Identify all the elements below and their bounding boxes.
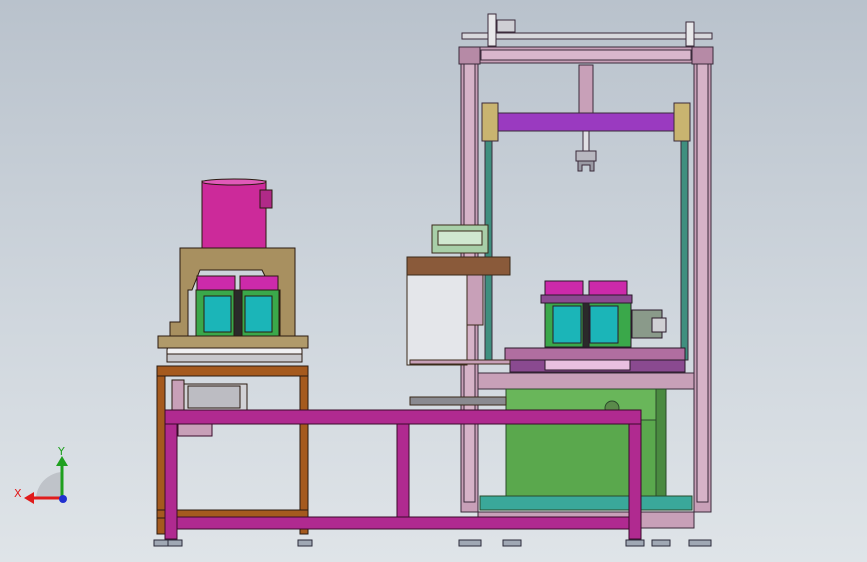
top-shaft-pulley-left-inner bbox=[496, 19, 516, 33]
motor-flange bbox=[171, 379, 185, 413]
left-mold-cavity-left bbox=[203, 295, 232, 333]
x-axis-label: X bbox=[14, 487, 22, 500]
y-axis-label: Y bbox=[57, 445, 65, 458]
press-station bbox=[504, 280, 686, 373]
motor-fins bbox=[187, 385, 241, 409]
magenta-tank-top bbox=[201, 178, 267, 186]
conveyor-bottom-rail bbox=[164, 516, 642, 530]
console-top bbox=[406, 256, 511, 276]
foot-7 bbox=[651, 539, 671, 547]
joint-top-left bbox=[458, 46, 481, 65]
tank-connector bbox=[259, 189, 273, 209]
left-mold-cap-left bbox=[196, 275, 236, 292]
leveling-feet bbox=[153, 539, 712, 547]
lift-crossbeam bbox=[493, 112, 677, 132]
top-shaft-pulley-right bbox=[685, 21, 695, 47]
triad-shadow bbox=[36, 472, 62, 498]
gripper-jaws bbox=[577, 160, 595, 172]
conveyor-top-rail bbox=[164, 409, 642, 425]
cabinet-base-plate bbox=[479, 495, 693, 511]
foot-4 bbox=[458, 539, 482, 547]
conveyor-leg-3 bbox=[628, 423, 642, 540]
conveyor-bracket bbox=[177, 423, 213, 437]
magenta-tank bbox=[201, 180, 267, 249]
foot-6 bbox=[625, 539, 645, 547]
feed-roller-shade bbox=[166, 353, 303, 363]
gripper-body bbox=[575, 150, 597, 162]
top-shaft bbox=[461, 32, 713, 40]
axis-triad: Y X bbox=[14, 445, 68, 504]
lift-slider-left bbox=[481, 102, 499, 142]
foot-8 bbox=[688, 539, 712, 547]
left-mold-cap-right bbox=[239, 275, 279, 292]
housing-base bbox=[157, 335, 309, 349]
mold-cavity-left bbox=[552, 305, 582, 344]
cylinder-rod bbox=[582, 130, 590, 152]
brown-frame-right-leg bbox=[299, 365, 309, 535]
brown-frame-left-leg bbox=[156, 365, 166, 535]
top-beam-inner bbox=[480, 49, 692, 61]
console-bracket bbox=[466, 274, 484, 326]
loading-station bbox=[156, 178, 309, 535]
side-actuator-head bbox=[651, 317, 667, 333]
console-screen-inner bbox=[437, 230, 483, 246]
foot-5 bbox=[502, 539, 522, 547]
mold-cavity-right bbox=[589, 305, 619, 344]
console-foot bbox=[409, 396, 507, 406]
console-body bbox=[406, 274, 468, 366]
console-arm bbox=[409, 359, 511, 365]
mold-divider bbox=[582, 302, 590, 348]
z-axis-dot bbox=[59, 495, 67, 503]
lift-slider-right bbox=[673, 102, 691, 142]
left-mold-cavity-right bbox=[244, 295, 273, 333]
mold-plate bbox=[540, 294, 633, 304]
press-table bbox=[504, 347, 686, 361]
cabinet-side-panel bbox=[655, 388, 667, 498]
top-shaft-pulley-left bbox=[487, 13, 497, 47]
foot-2 bbox=[167, 539, 183, 547]
cad-viewport[interactable]: Y X bbox=[0, 0, 867, 562]
foot-3 bbox=[297, 539, 313, 547]
x-axis-arrow bbox=[24, 492, 34, 504]
roller-bar bbox=[544, 359, 631, 371]
vertical-cylinder bbox=[578, 64, 594, 114]
conveyor-leg-2 bbox=[396, 423, 410, 518]
joint-top-right bbox=[691, 46, 714, 65]
cabinet-door-shade bbox=[505, 419, 667, 498]
right-upright-inner bbox=[696, 61, 709, 503]
left-mold-divider bbox=[233, 289, 243, 337]
brown-frame-top bbox=[156, 365, 309, 377]
conveyor-leg-1 bbox=[164, 423, 178, 540]
right-guide-rail bbox=[680, 104, 689, 361]
control-cabinet bbox=[479, 388, 693, 511]
mid-crossbar bbox=[477, 372, 695, 390]
